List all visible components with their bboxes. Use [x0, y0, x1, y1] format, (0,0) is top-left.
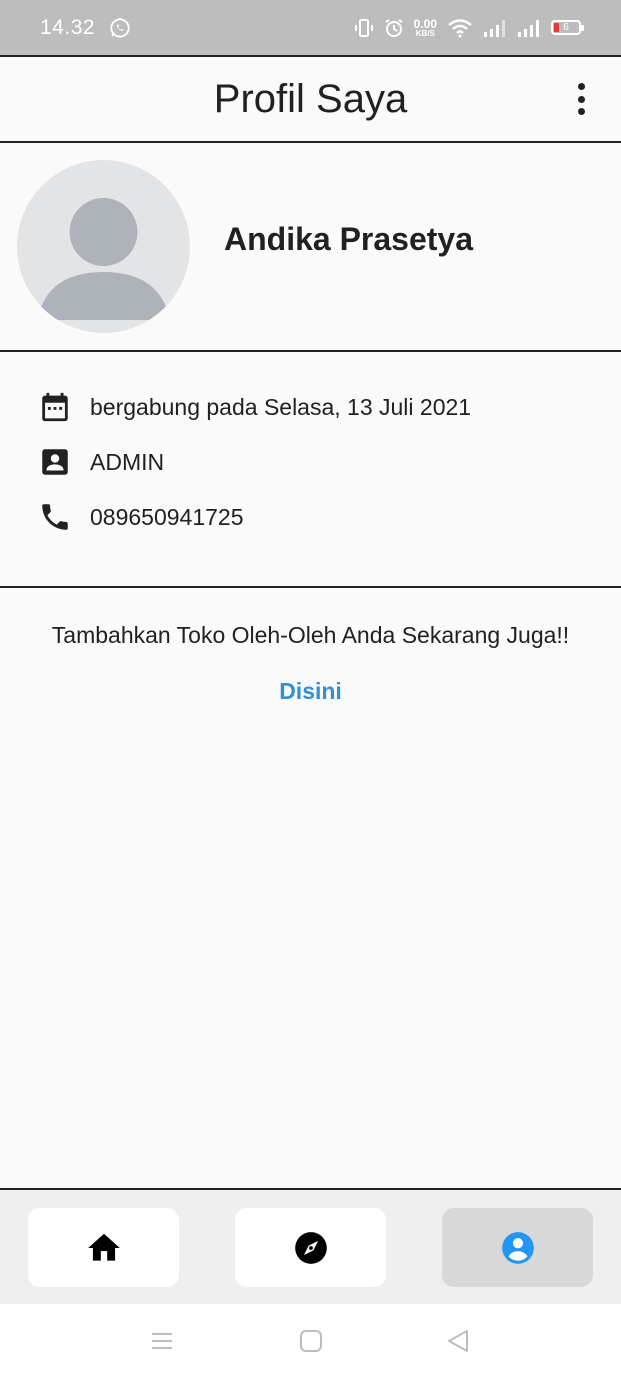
account-circle-icon: [501, 1231, 534, 1264]
profile-name: Andika Prasetya: [224, 221, 474, 257]
phone-icon: [42, 504, 68, 530]
contact-card-icon: [42, 449, 68, 475]
battery-icon: 6: [551, 20, 584, 35]
home-icon: [87, 1233, 120, 1261]
profile-header: Andika Prasetya: [0, 143, 621, 352]
joined-date-text: bergabung pada Selasa, 13 Juli 2021: [90, 393, 472, 420]
promo-text: Tambahkan Toko Oleh-Oleh Anda Sekarang J…: [51, 622, 570, 648]
net-speed-value: 0.00: [413, 16, 437, 31]
role-row: ADMIN: [38, 445, 164, 479]
calendar-icon: [42, 392, 68, 422]
profile-info-list: bergabung pada Selasa, 13 Juli 2021 ADMI…: [0, 352, 621, 588]
signal-icon: [484, 19, 505, 37]
default-avatar-icon: [37, 198, 170, 320]
back-icon[interactable]: [446, 1329, 470, 1353]
net-speed: 0.00 KB/S: [414, 18, 437, 38]
app-bar: Profil Saya: [0, 55, 621, 143]
bottom-navigation: [0, 1188, 621, 1304]
status-left: 14.32: [40, 16, 131, 40]
recent-apps-icon[interactable]: [150, 1329, 174, 1353]
vibrate-icon: [354, 18, 373, 37]
avatar[interactable]: [17, 160, 190, 333]
nav-explore-button[interactable]: [235, 1208, 386, 1287]
alarm-icon: [385, 18, 403, 37]
more-vertical-icon[interactable]: [571, 81, 591, 117]
nav-home-button[interactable]: [28, 1208, 179, 1287]
add-store-link[interactable]: Disini: [0, 678, 621, 705]
status-time: 14.32: [40, 15, 96, 39]
net-speed-unit: KB/S: [415, 28, 435, 38]
status-right: 0.00 KB/S 6: [354, 18, 584, 38]
phone-text: 089650941725: [90, 503, 244, 530]
home-system-icon[interactable]: [299, 1329, 323, 1353]
signal-icon: [518, 19, 539, 37]
role-text: ADMIN: [90, 448, 165, 475]
page-title: Profil Saya: [213, 76, 408, 121]
nav-profile-button[interactable]: [442, 1208, 593, 1287]
system-navigation-bar: [0, 1304, 621, 1380]
battery-level: 6: [563, 22, 569, 33]
status-bar: 14.32 0.00 KB/S 6: [0, 0, 621, 55]
wifi-icon: [448, 18, 472, 37]
joined-date-row: bergabung pada Selasa, 13 Juli 2021: [38, 390, 471, 424]
whatsapp-icon: [110, 17, 130, 38]
compass-icon: [294, 1231, 327, 1264]
phone-row: 089650941725: [38, 500, 244, 534]
